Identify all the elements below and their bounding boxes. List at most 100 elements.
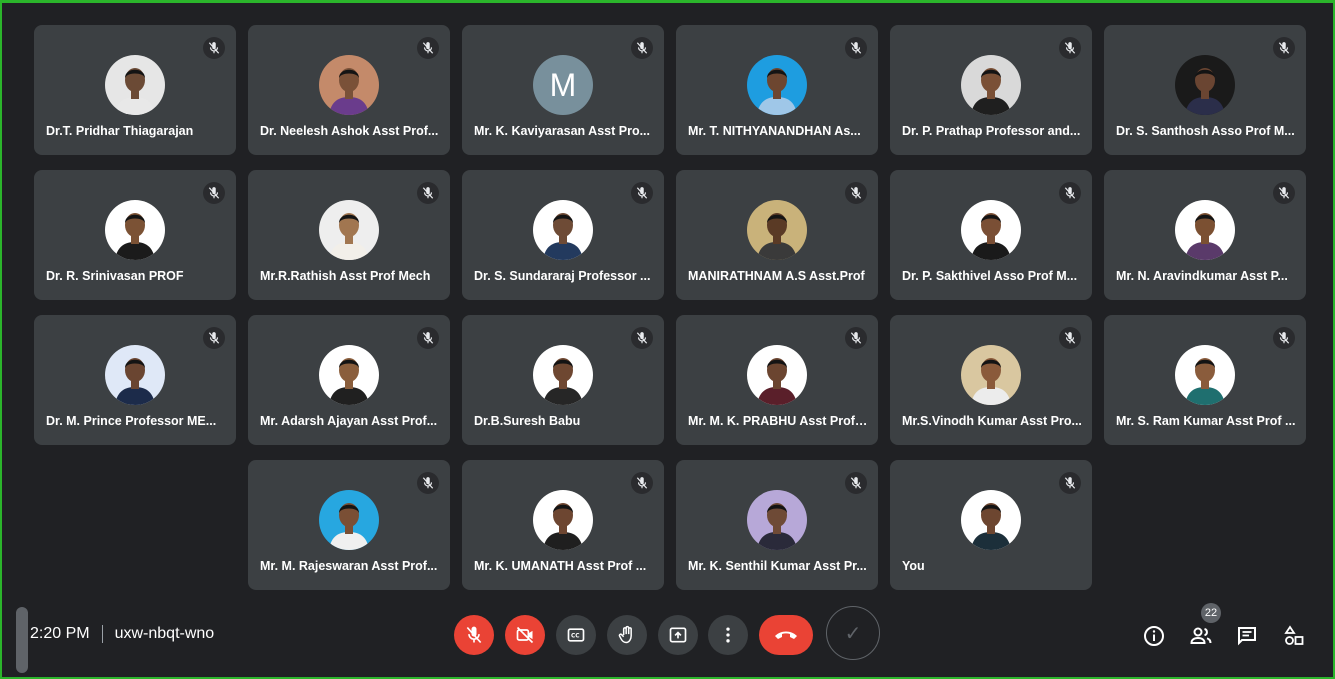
- bottom-toolbar: 2:20 PM uxw-nbqt-wno CC ✓ 22: [2, 601, 1333, 677]
- participant-tile[interactable]: Mr.S.Vinodh Kumar Asst Pro...: [890, 315, 1092, 445]
- raise-hand-icon: [618, 625, 632, 644]
- mic-off-icon: [422, 477, 434, 489]
- avatar: [105, 345, 165, 405]
- muted-mic-indicator: [203, 182, 225, 204]
- present-screen-button[interactable]: [658, 615, 698, 655]
- mic-off-icon: [636, 332, 648, 344]
- participant-tile[interactable]: Mr.R.Rathish Asst Prof Mech: [248, 170, 450, 300]
- mic-off-icon: [208, 42, 220, 54]
- more-options-icon: [726, 627, 730, 643]
- mic-off-icon: [1064, 477, 1076, 489]
- muted-mic-indicator: [845, 182, 867, 204]
- participant-name: Dr. S. Santhosh Asso Prof M...: [1116, 124, 1295, 138]
- raise-hand-button[interactable]: [607, 615, 647, 655]
- avatar: [1175, 345, 1235, 405]
- participant-tile[interactable]: Dr. M. Prince Professor ME...: [34, 315, 236, 445]
- participant-tile[interactable]: Mr. S. Ram Kumar Asst Prof ...: [1104, 315, 1306, 445]
- more-options-button[interactable]: [708, 615, 748, 655]
- muted-mic-indicator: [845, 472, 867, 494]
- participant-name: Dr. P. Prathap Professor and...: [902, 124, 1081, 138]
- activities-button[interactable]: [1281, 623, 1307, 649]
- participant-tile[interactable]: Mr. Adarsh Ajayan Asst Prof...: [248, 315, 450, 445]
- mic-toggle-button[interactable]: [454, 615, 494, 655]
- participant-tile[interactable]: Mr. T. NITHYANANDHAN As...: [676, 25, 878, 155]
- participant-tile[interactable]: Mr. K. UMANATH Asst Prof ...: [462, 460, 664, 590]
- participant-tile[interactable]: M Mr. K. Kaviyarasan Asst Pro...: [462, 25, 664, 155]
- avatar: [319, 345, 379, 405]
- meeting-time: 2:20 PM: [30, 625, 90, 642]
- profile-photo: [543, 358, 583, 405]
- avatar: [533, 490, 593, 550]
- avatar: [747, 490, 807, 550]
- camera-off-icon: [516, 626, 534, 644]
- meeting-details-button[interactable]: [1141, 623, 1167, 649]
- muted-mic-indicator: [631, 472, 653, 494]
- mic-off-icon: [1278, 42, 1290, 54]
- participant-name: Mr. K. Senthil Kumar Asst Pr...: [688, 559, 867, 573]
- chat-button[interactable]: [1234, 623, 1260, 649]
- participant-tile[interactable]: Mr. M. K. PRABHU Asst Prof ...: [676, 315, 878, 445]
- profile-photo: [1185, 358, 1225, 405]
- scrollbar[interactable]: [16, 607, 28, 673]
- muted-mic-indicator: [203, 37, 225, 59]
- avatar: [961, 490, 1021, 550]
- muted-mic-indicator: [417, 182, 439, 204]
- muted-mic-indicator: [1273, 37, 1295, 59]
- mic-off-icon: [208, 332, 220, 344]
- participant-tile[interactable]: MANIRATHNAM A.S Asst.Prof: [676, 170, 878, 300]
- participant-tile[interactable]: Mr. M. Rajeswaran Asst Prof...: [248, 460, 450, 590]
- muted-mic-indicator: [1059, 182, 1081, 204]
- people-button[interactable]: [1188, 623, 1214, 649]
- checkmark-button[interactable]: ✓: [826, 606, 880, 660]
- participant-name: Mr.S.Vinodh Kumar Asst Pro...: [902, 414, 1082, 428]
- profile-photo: [971, 358, 1011, 405]
- mic-off-icon: [850, 332, 862, 344]
- participant-tile[interactable]: Dr. S. Santhosh Asso Prof M...: [1104, 25, 1306, 155]
- participant-name: Mr. Adarsh Ajayan Asst Prof...: [260, 414, 438, 428]
- participant-name: Mr.R.Rathish Asst Prof Mech: [260, 269, 431, 283]
- avatar: [319, 55, 379, 115]
- mic-off-icon: [850, 42, 862, 54]
- mic-off-icon: [636, 187, 648, 199]
- participant-name: Dr. P. Sakthivel Asso Prof M...: [902, 269, 1078, 283]
- avatar: [533, 200, 593, 260]
- avatar-letter: M: [533, 55, 593, 115]
- mic-off-icon: [466, 626, 482, 644]
- mic-off-icon: [1064, 187, 1076, 199]
- participant-name: Mr. M. K. PRABHU Asst Prof ...: [688, 414, 868, 428]
- participant-tile[interactable]: You: [890, 460, 1092, 590]
- muted-mic-indicator: [1273, 182, 1295, 204]
- avatar: [105, 55, 165, 115]
- avatar: [319, 200, 379, 260]
- participant-tile[interactable]: Mr. N. Aravindkumar Asst P...: [1104, 170, 1306, 300]
- participant-name: MANIRATHNAM A.S Asst.Prof: [688, 269, 865, 283]
- participant-tile[interactable]: Dr. P. Sakthivel Asso Prof M...: [890, 170, 1092, 300]
- profile-photo: [971, 503, 1011, 550]
- profile-photo: [543, 213, 583, 260]
- camera-toggle-button[interactable]: [505, 615, 545, 655]
- avatar: [105, 200, 165, 260]
- participant-tile[interactable]: Dr. Neelesh Ashok Asst Prof...: [248, 25, 450, 155]
- participant-tile[interactable]: Mr. K. Senthil Kumar Asst Pr...: [676, 460, 878, 590]
- avatar: [747, 55, 807, 115]
- mic-off-icon: [422, 187, 434, 199]
- activities-icon: [1284, 625, 1304, 645]
- end-call-icon: [775, 631, 797, 639]
- participant-tile[interactable]: Dr. P. Prathap Professor and...: [890, 25, 1092, 155]
- participant-tile[interactable]: Dr. R. Srinivasan PROF: [34, 170, 236, 300]
- avatar: [747, 345, 807, 405]
- profile-photo: [115, 358, 155, 405]
- mic-off-icon: [850, 477, 862, 489]
- participant-name: Dr. R. Srinivasan PROF: [46, 269, 184, 283]
- captions-button[interactable]: CC: [556, 615, 596, 655]
- participant-name: Dr. S. Sundararaj Professor ...: [474, 269, 651, 283]
- participant-name: Dr. M. Prince Professor ME...: [46, 414, 217, 428]
- profile-photo: [329, 358, 369, 405]
- mic-off-icon: [422, 332, 434, 344]
- chat-icon: [1238, 627, 1256, 646]
- end-call-button[interactable]: [759, 615, 813, 655]
- avatar: [961, 200, 1021, 260]
- participant-tile[interactable]: Dr. S. Sundararaj Professor ...: [462, 170, 664, 300]
- participant-tile[interactable]: Dr.B.Suresh Babu: [462, 315, 664, 445]
- participant-tile[interactable]: Dr.T. Pridhar Thiagarajan: [34, 25, 236, 155]
